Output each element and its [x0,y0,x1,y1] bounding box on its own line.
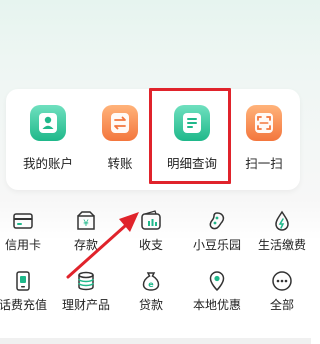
credit-card-button[interactable]: 信用卡 [0,210,54,260]
bottom-divider [0,338,311,344]
utility-payment-button[interactable]: 生活缴费 [251,210,313,260]
local-deals-label: 本地优惠 [192,298,241,312]
income-expense-label: 收支 [138,238,163,252]
loan-label: 贷款 [138,298,163,312]
highlight-box [149,88,231,184]
transfer-button[interactable]: 转账 [84,89,156,190]
wealth-product-label: 理财产品 [61,298,110,312]
utility-payment-label: 生活缴费 [257,238,306,252]
account-icon [30,105,66,141]
utility-payment-icon [271,210,293,232]
transfer-label: 转账 [107,156,133,171]
loan-button[interactable]: e 贷款 [120,270,182,320]
wealth-product-icon [75,270,97,292]
bean-park-icon [206,210,228,232]
deposit-button[interactable]: ¥ 存款 [55,210,117,260]
scan-label: 扫一扫 [245,156,283,171]
scan-icon [246,105,282,141]
my-account-label: 我的账户 [22,156,73,171]
all-label: 全部 [269,298,294,312]
transfer-icon [102,105,138,141]
wealth-product-button[interactable]: 理财产品 [55,270,117,320]
all-button[interactable]: 全部 [251,270,313,320]
bean-park-button[interactable]: 小豆乐园 [186,210,248,260]
local-deals-button[interactable]: 本地优惠 [186,270,248,320]
income-expense-icon [140,210,162,232]
svg-text:¥: ¥ [83,219,89,229]
my-account-button[interactable]: 我的账户 [12,89,84,190]
income-expense-button[interactable]: 收支 [120,210,182,260]
deposit-icon: ¥ [75,210,97,232]
svg-text:e: e [148,280,154,289]
phone-recharge-icon [12,270,34,292]
loan-icon: e [140,270,162,292]
bean-park-label: 小豆乐园 [192,238,241,252]
phone-recharge-button[interactable]: 话费充值 [0,270,54,320]
scan-button[interactable]: 扫一扫 [228,89,300,190]
deposit-label: 存款 [73,238,98,252]
local-deals-icon [206,270,228,292]
credit-card-icon [12,210,34,232]
all-icon [271,270,293,292]
